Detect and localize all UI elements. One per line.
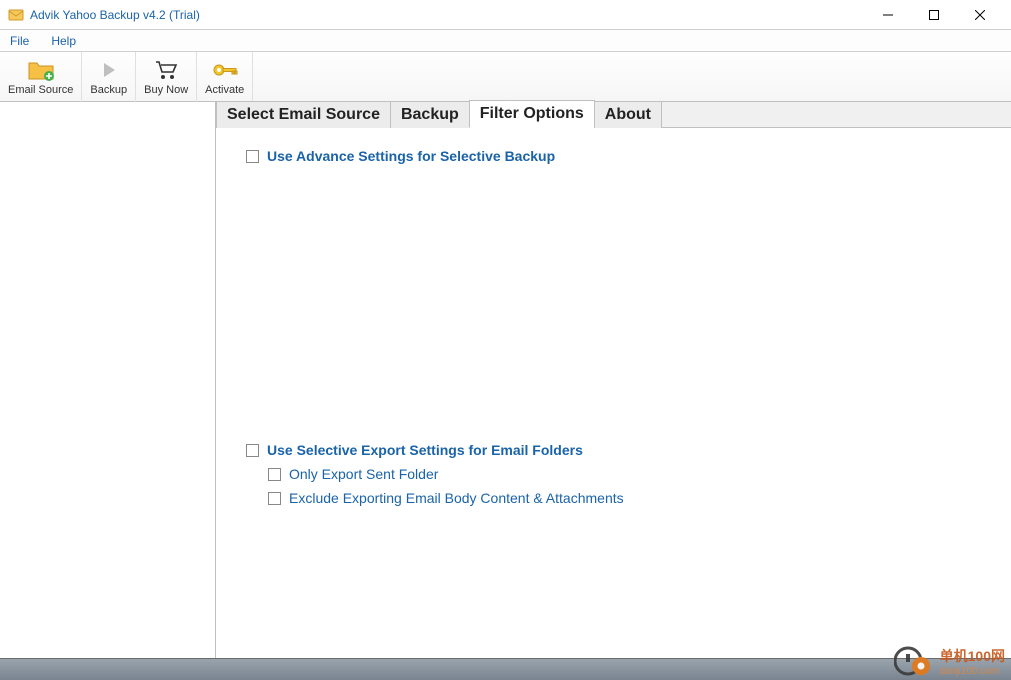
option-only-sent: Only Export Sent Folder xyxy=(268,466,981,482)
key-icon xyxy=(212,58,238,82)
close-button[interactable] xyxy=(957,0,1003,30)
menu-help[interactable]: Help xyxy=(47,32,80,50)
label-only-sent: Only Export Sent Folder xyxy=(289,466,438,482)
label-exclude-body: Exclude Exporting Email Body Content & A… xyxy=(289,490,624,506)
label-selective-export: Use Selective Export Settings for Email … xyxy=(267,442,583,458)
sidebar xyxy=(0,102,216,658)
tab-about[interactable]: About xyxy=(594,101,662,128)
email-source-label: Email Source xyxy=(8,84,73,96)
cart-icon xyxy=(154,58,178,82)
tabs: Select Email Source Backup Filter Option… xyxy=(216,102,1011,128)
checkbox-selective-export[interactable] xyxy=(246,444,259,457)
toolbar: Email Source Backup Buy Now Activate xyxy=(0,52,1011,102)
tab-filter-options[interactable]: Filter Options xyxy=(469,100,595,128)
maximize-button[interactable] xyxy=(911,0,957,30)
checkbox-exclude-body[interactable] xyxy=(268,492,281,505)
option-selective-export: Use Selective Export Settings for Email … xyxy=(246,442,981,458)
option-advance-settings: Use Advance Settings for Selective Backu… xyxy=(246,148,981,164)
tab-select-email-source[interactable]: Select Email Source xyxy=(216,101,391,128)
window-controls xyxy=(865,0,1003,30)
statusbar xyxy=(0,658,1011,680)
content: Select Email Source Backup Filter Option… xyxy=(216,102,1011,658)
checkbox-only-sent[interactable] xyxy=(268,468,281,481)
spacer xyxy=(246,172,981,442)
buy-now-label: Buy Now xyxy=(144,84,188,96)
checkbox-advance-settings[interactable] xyxy=(246,150,259,163)
backup-label: Backup xyxy=(90,84,127,96)
email-source-button[interactable]: Email Source xyxy=(0,52,82,102)
label-advance-settings: Use Advance Settings for Selective Backu… xyxy=(267,148,555,164)
menu-file[interactable]: File xyxy=(6,32,33,50)
menubar: File Help xyxy=(0,30,1011,52)
buy-now-button[interactable]: Buy Now xyxy=(136,52,197,102)
backup-button[interactable]: Backup xyxy=(82,52,136,102)
play-icon xyxy=(99,58,119,82)
minimize-button[interactable] xyxy=(865,0,911,30)
window-title: Advik Yahoo Backup v4.2 (Trial) xyxy=(30,8,865,22)
tab-backup[interactable]: Backup xyxy=(390,101,470,128)
tab-content-filter-options: Use Advance Settings for Selective Backu… xyxy=(216,128,1011,658)
folder-plus-icon xyxy=(27,58,55,82)
option-exclude-body: Exclude Exporting Email Body Content & A… xyxy=(268,490,981,506)
activate-label: Activate xyxy=(205,84,244,96)
app-icon xyxy=(8,7,24,23)
titlebar: Advik Yahoo Backup v4.2 (Trial) xyxy=(0,0,1011,30)
main-area: Select Email Source Backup Filter Option… xyxy=(0,102,1011,658)
activate-button[interactable]: Activate xyxy=(197,52,253,102)
